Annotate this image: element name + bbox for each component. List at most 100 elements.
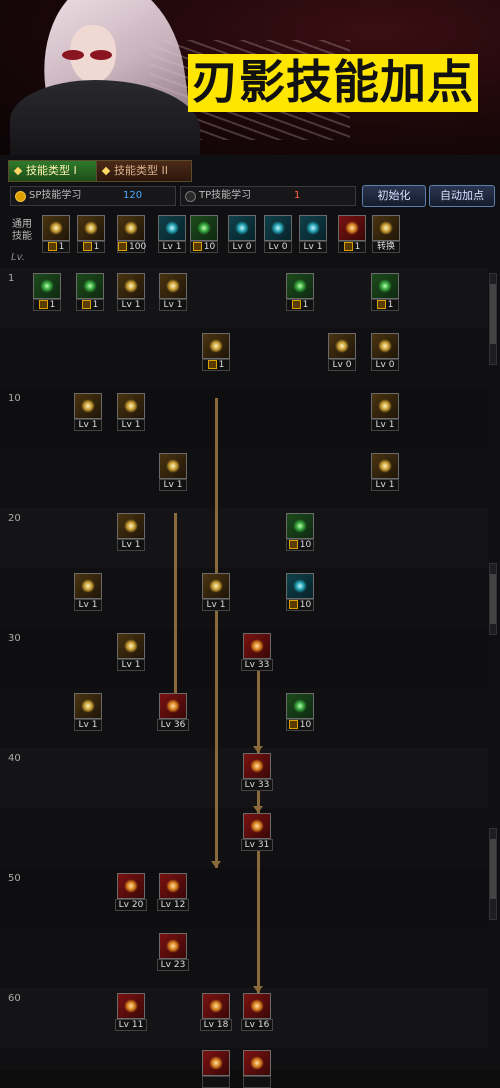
auto-assign-button[interactable]: 自动加点: [429, 185, 495, 207]
skill-level-label: Lv 1: [371, 419, 399, 431]
skill-s4[interactable]: Lv 1: [159, 273, 187, 311]
common-skills-label: 通用技能: [12, 219, 32, 242]
skill-icon: [243, 753, 271, 779]
skill-s28[interactable]: Lv 12: [157, 873, 189, 911]
level-row: [0, 268, 488, 328]
common-skill-7[interactable]: Lv 0: [264, 215, 292, 253]
skill-level-label: 10: [286, 719, 314, 731]
skill-panel: 技能类型 I 技能类型 II SP技能学习 120 TP技能学习 1 初始化 自…: [0, 155, 500, 1088]
skill-icon: [243, 1050, 271, 1076]
skill-level-text: Lv 1: [303, 242, 323, 252]
tp-value: 1: [294, 190, 301, 201]
tab-skill-type-1[interactable]: 技能类型 I: [8, 160, 104, 182]
level-label: 1: [8, 273, 15, 284]
skill-s34[interactable]: [243, 1050, 271, 1088]
tab-skill-type-2[interactable]: 技能类型 II: [96, 160, 192, 182]
skill-level-label: Lv 1: [159, 299, 187, 311]
common-skill-5[interactable]: 10: [190, 215, 218, 253]
skill-s6[interactable]: 1: [371, 273, 399, 311]
level-label: 10: [8, 393, 21, 404]
skill-icon: [228, 215, 256, 241]
skill-icon: [328, 333, 356, 359]
skill-s32[interactable]: Lv 16: [241, 993, 273, 1031]
skill-icon: [243, 993, 271, 1019]
skill-s16[interactable]: 10: [286, 513, 314, 551]
mastery-icon: [192, 242, 202, 251]
scrollbar-top[interactable]: [489, 273, 497, 365]
skill-icon: [33, 273, 61, 299]
common-skill-2[interactable]: 1: [77, 215, 105, 253]
skill-icon: [286, 273, 314, 299]
common-skill-9[interactable]: 1: [338, 215, 366, 253]
skill-icon: [372, 215, 400, 241]
common-skill-4[interactable]: Lv 1: [158, 215, 186, 253]
skill-level-text: Lv 0: [232, 242, 252, 252]
skill-s25[interactable]: Lv 33: [241, 753, 273, 791]
radio-icon[interactable]: [185, 191, 196, 202]
skill-s14[interactable]: Lv 1: [371, 453, 399, 491]
skill-icon: [42, 215, 70, 241]
skill-s23[interactable]: Lv 36: [157, 693, 189, 731]
skill-s7[interactable]: 1: [202, 333, 230, 371]
skill-level-text: Lv 33: [244, 780, 270, 790]
skill-level-label: Lv 0: [328, 359, 356, 371]
common-skill-3[interactable]: 100: [117, 215, 146, 253]
arrow-down-icon: [211, 861, 221, 868]
skill-s20[interactable]: Lv 1: [117, 633, 145, 671]
skill-s31[interactable]: Lv 18: [200, 993, 232, 1031]
skill-s5[interactable]: 1: [286, 273, 314, 311]
skill-s15[interactable]: Lv 1: [117, 513, 145, 551]
skill-icon: [159, 453, 187, 479]
skill-level-label: 1: [33, 299, 61, 311]
skill-s29[interactable]: Lv 23: [157, 933, 189, 971]
skill-s30[interactable]: Lv 11: [115, 993, 147, 1031]
skill-s8[interactable]: Lv 0: [328, 333, 356, 371]
skill-level-label: 10: [286, 539, 314, 551]
skill-level-text: Lv 1: [375, 480, 395, 490]
common-skill-8[interactable]: Lv 1: [299, 215, 327, 253]
scrollbar-bottom[interactable]: [489, 828, 497, 920]
skill-s12[interactable]: Lv 1: [371, 393, 399, 431]
skill-s9[interactable]: Lv 0: [371, 333, 399, 371]
skill-level-label: Lv 1: [158, 241, 186, 253]
skill-s27[interactable]: Lv 20: [115, 873, 147, 911]
common-skill-10[interactable]: 转换: [372, 215, 400, 253]
sp-points-option[interactable]: SP技能学习 120: [10, 186, 176, 206]
common-skill-1[interactable]: 1: [42, 215, 70, 253]
sp-label: SP技能学习: [29, 190, 82, 201]
skill-s18[interactable]: Lv 1: [202, 573, 230, 611]
skill-s22[interactable]: Lv 1: [74, 693, 102, 731]
skill-s3[interactable]: Lv 1: [117, 273, 145, 311]
skill-level-text: Lv 0: [332, 360, 352, 370]
prerequisite-connector: [257, 828, 260, 993]
skill-level-text: Lv 12: [160, 900, 186, 910]
mastery-icon: [82, 242, 92, 251]
mastery-icon: [288, 600, 298, 609]
skill-s26[interactable]: Lv 31: [241, 813, 273, 851]
skill-s11[interactable]: Lv 1: [117, 393, 145, 431]
common-skill-6[interactable]: Lv 0: [228, 215, 256, 253]
skill-s1[interactable]: 1: [33, 273, 61, 311]
skill-level-text: Lv 0: [268, 242, 288, 252]
skill-level-label: 10: [190, 241, 218, 253]
skill-s33[interactable]: [202, 1050, 230, 1088]
skill-s19[interactable]: 10: [286, 573, 314, 611]
skill-icon: [117, 273, 145, 299]
tp-points-option[interactable]: TP技能学习 1: [180, 186, 356, 206]
skill-s17[interactable]: Lv 1: [74, 573, 102, 611]
skill-s21[interactable]: Lv 33: [241, 633, 273, 671]
radio-icon[interactable]: [15, 191, 26, 202]
skill-level-label: 1: [371, 299, 399, 311]
skill-icon: [159, 693, 187, 719]
skill-s2[interactable]: 1: [76, 273, 104, 311]
initialize-button[interactable]: 初始化: [362, 185, 426, 207]
scrollbar-mid[interactable]: [489, 563, 497, 635]
skill-level-label: 100: [117, 241, 146, 253]
skill-icon: [202, 573, 230, 599]
skill-s10[interactable]: Lv 1: [74, 393, 102, 431]
skill-level-label: Lv 1: [202, 599, 230, 611]
skill-s13[interactable]: Lv 1: [159, 453, 187, 491]
level-header: Lv.: [11, 252, 25, 263]
skill-icon: [76, 273, 104, 299]
skill-s24[interactable]: 10: [286, 693, 314, 731]
